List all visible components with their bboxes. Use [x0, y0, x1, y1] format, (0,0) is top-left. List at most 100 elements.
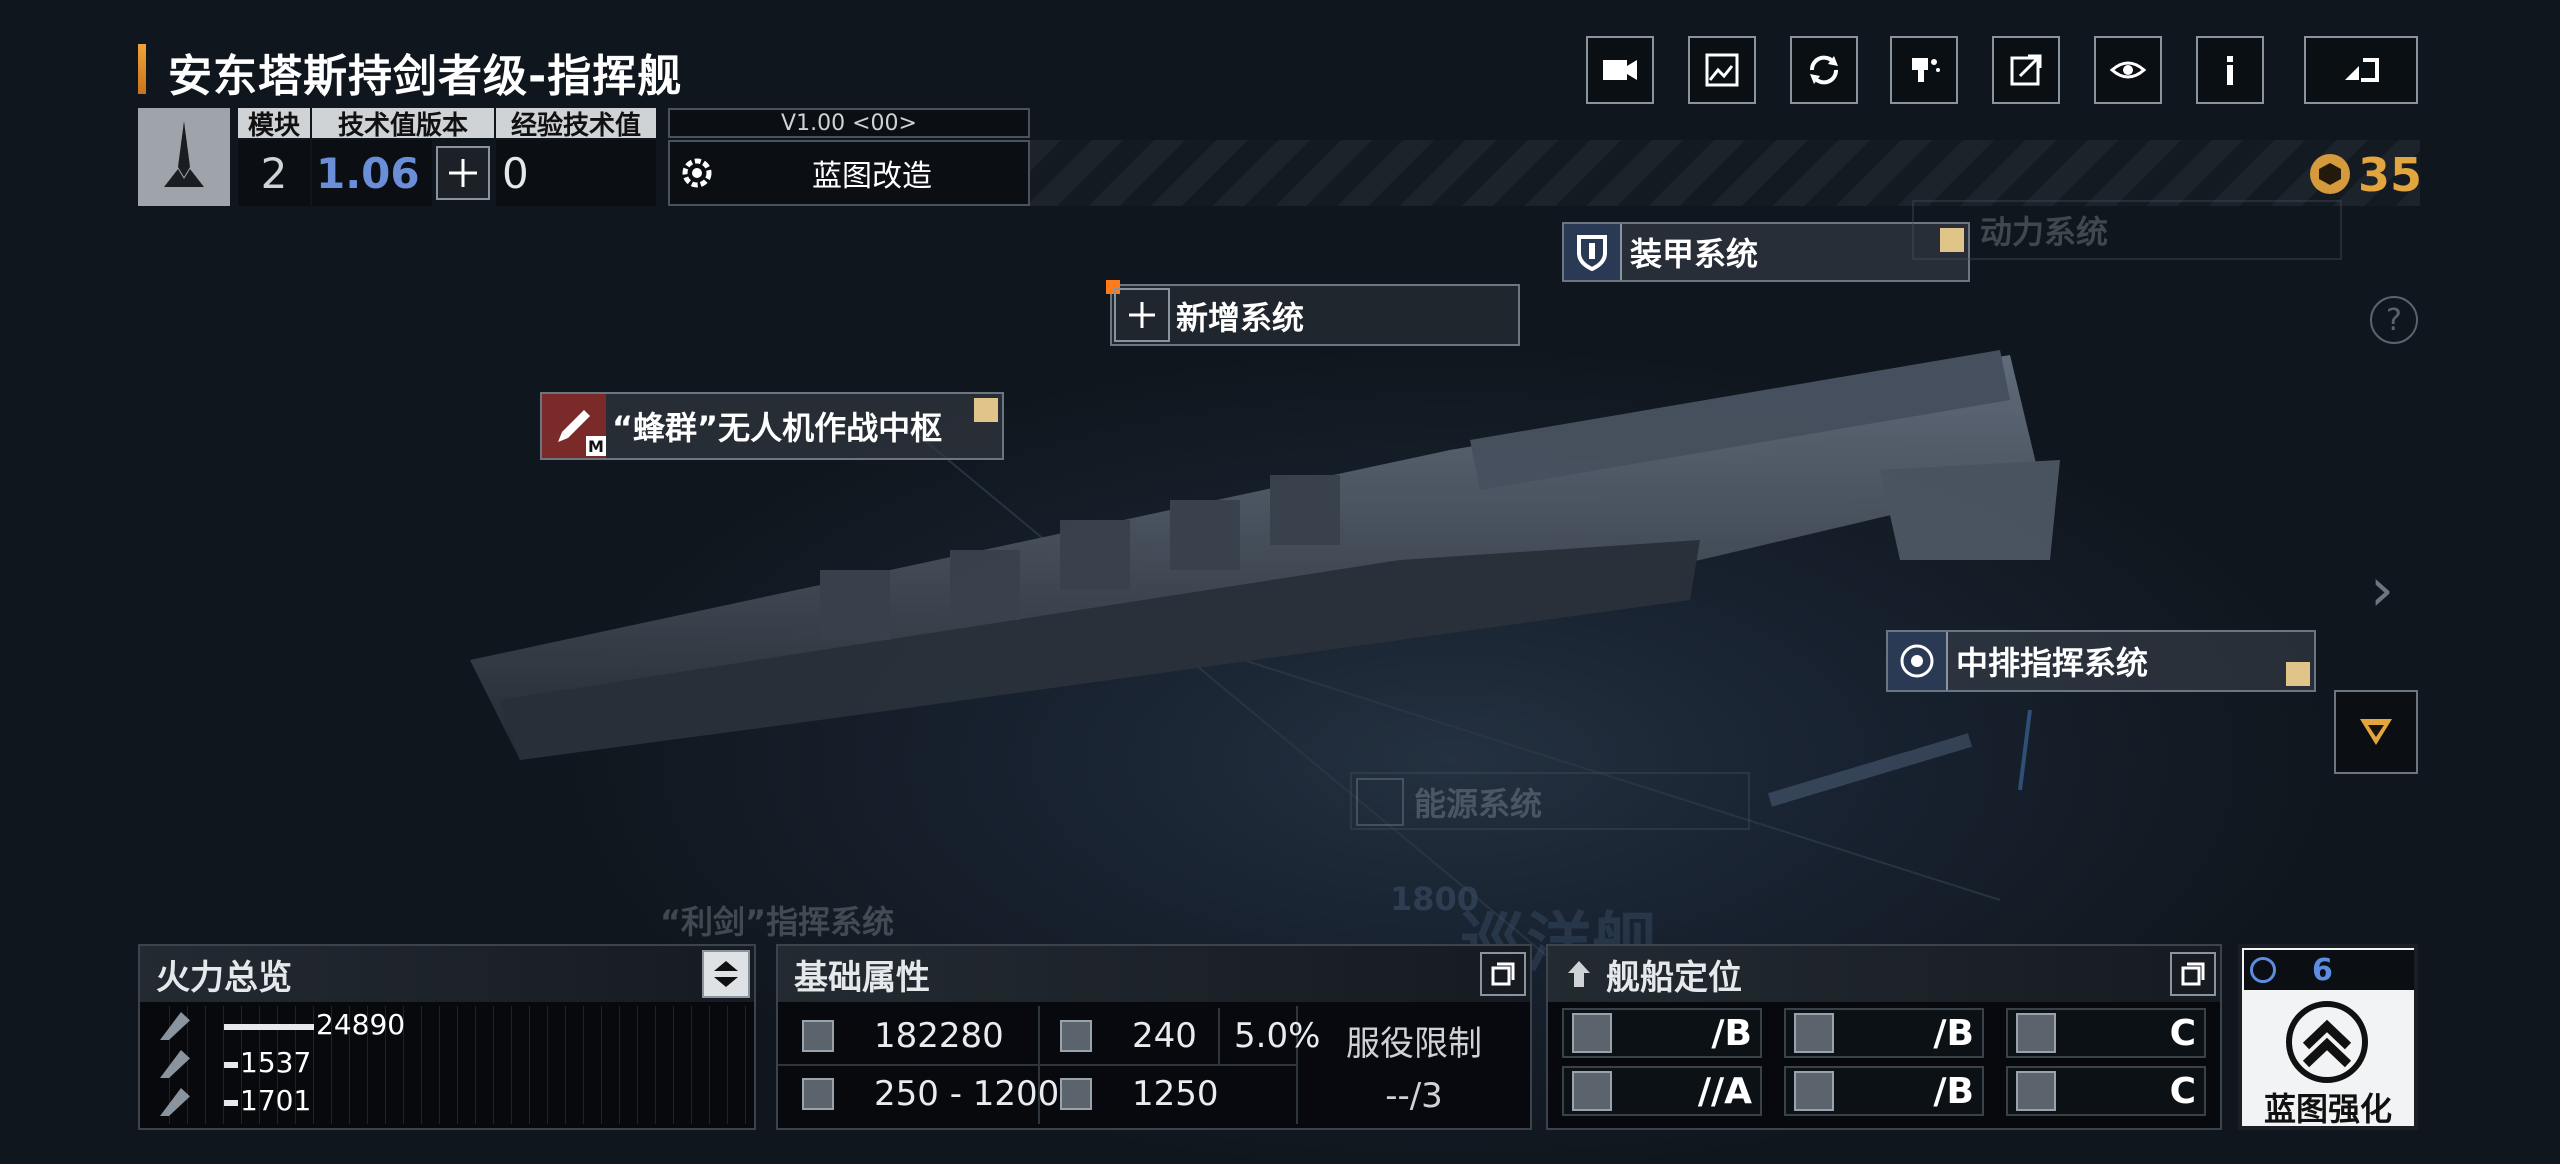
grade-value: /B: [1711, 1012, 1752, 1054]
expand-button[interactable]: [2334, 690, 2418, 774]
blueprint-count-bar: 6: [2244, 950, 2414, 990]
role-siege-icon: [2016, 1013, 2056, 1053]
copy-button[interactable]: [1480, 952, 1526, 996]
back-icon: [2345, 58, 2379, 82]
weapon-icon: [160, 1088, 190, 1116]
energy-system-label: 能源系统: [1414, 785, 1543, 823]
firepower-toggle-button[interactable]: [702, 950, 750, 998]
add-system-label: 新增系统: [1176, 299, 1305, 337]
copy-button[interactable]: [2170, 952, 2216, 996]
tech-version-header: 技术值版本: [312, 108, 494, 141]
info-button[interactable]: [2196, 36, 2264, 104]
blueprint-count-value: 6: [2312, 952, 2333, 988]
blueprint-strengthen-button[interactable]: 6 蓝图强化: [2238, 944, 2418, 1130]
role-attack-icon: [1572, 1013, 1612, 1053]
grade-cell[interactable]: //A: [1562, 1066, 1762, 1116]
armor-system-button[interactable]: 装甲系统: [1562, 222, 1970, 282]
camera-button[interactable]: [1586, 36, 1654, 104]
firepower-title-text: 火力总览: [156, 957, 292, 998]
role-antiair-icon: [1572, 1071, 1612, 1111]
grade-value: //A: [1697, 1070, 1752, 1112]
command-system-label: 中排指挥系统: [1956, 644, 2149, 682]
base-stats-title: 基础属性: [778, 946, 1530, 1002]
ship-marker-icon: [1568, 961, 1590, 987]
blueprint-strengthen-label: 蓝图强化: [2263, 1090, 2392, 1128]
swarm-system-button[interactable]: M “蜂群”无人机作战中枢: [540, 392, 1004, 460]
firepower-title: 火力总览: [140, 946, 754, 1002]
blueprint-mod-button[interactable]: 蓝图改造: [668, 140, 1030, 206]
blueprint-version: V1.00 <00>: [668, 108, 1030, 138]
blueprint-mod-label: 蓝图改造: [812, 159, 932, 194]
tech-upgrade-button[interactable]: [436, 146, 490, 200]
grade-cell[interactable]: C: [2006, 1066, 2206, 1116]
weapon-icon: [160, 1050, 190, 1078]
firepower-row: 24890: [140, 1008, 740, 1044]
positioning-title-text: 舰船定位: [1606, 957, 1742, 998]
firepower-value: 24890: [316, 1008, 406, 1041]
sword-system-button[interactable]: “利剑”指挥系统: [594, 896, 1064, 946]
module-value: 2: [238, 140, 310, 206]
hp-value: 182280: [874, 1016, 1004, 1056]
range-value: 250 - 1200: [874, 1074, 1060, 1114]
next-arrow-icon[interactable]: ›: [2370, 555, 2394, 625]
gear-icon: [682, 158, 712, 188]
shield-icon: [1564, 224, 1622, 280]
command-system-button[interactable]: 中排指挥系统: [1886, 630, 2316, 692]
title-accent: [138, 44, 146, 94]
refresh-icon: [1809, 55, 1839, 85]
share-button[interactable]: [1992, 36, 2060, 104]
tech-version-value: 1.06: [312, 140, 432, 206]
firepower-bar: [224, 1062, 238, 1068]
firepower-row: 1537: [140, 1046, 740, 1082]
firepower-value: 1701: [240, 1084, 312, 1117]
help-button[interactable]: ?: [2370, 296, 2418, 344]
grade-cell[interactable]: /B: [1784, 1066, 1984, 1116]
info-icon: [2227, 56, 2233, 85]
upgrade-badge-icon: [974, 398, 998, 422]
grade-cell[interactable]: /B: [1562, 1008, 1762, 1058]
swarm-system-label: “蜂群”无人机作战中枢: [612, 409, 943, 447]
firepower-row: 1701: [140, 1084, 740, 1120]
energy-system-button[interactable]: 能源系统: [1350, 772, 1750, 830]
exp-tech-header: 经验技术值: [496, 108, 656, 141]
firepower-value: 1537: [240, 1046, 312, 1079]
grade-cell[interactable]: /B: [1784, 1008, 1984, 1058]
camera-icon: [1603, 60, 1637, 80]
speed-icon: [1060, 1078, 1092, 1110]
base-stats-panel: 基础属性 182280 240 5.0% 250 - 1200 1250 服役限…: [776, 944, 1532, 1130]
hp-stat: 182280: [802, 1008, 1004, 1064]
service-limit-label: 服役限制: [1346, 1024, 1482, 1064]
blueprint-token-icon: [2250, 957, 2276, 983]
range-icon: [802, 1078, 834, 1110]
list-icon: [1356, 778, 1404, 826]
positioning-title: 舰船定位: [1548, 946, 2220, 1002]
grade-value: C: [2169, 1070, 2196, 1112]
refresh-button[interactable]: [1790, 36, 1858, 104]
ship-class-icon: [164, 121, 204, 187]
power-system-label: 动力系统: [1980, 213, 2109, 251]
positioning-panel: 舰船定位 /B /B C //A /B C: [1546, 944, 2222, 1130]
paint-icon: [1912, 58, 1940, 82]
triangle-down-icon: [2360, 719, 2392, 745]
firepower-bar: [224, 1024, 314, 1030]
grade-cell[interactable]: C: [2006, 1008, 2206, 1058]
add-system-button[interactable]: 新增系统: [1106, 280, 1520, 346]
armor-value: 240: [1132, 1016, 1197, 1056]
paint-button[interactable]: [1890, 36, 1958, 104]
role-assault-icon: [1794, 1013, 1834, 1053]
view-icon: [2109, 61, 2147, 79]
armor-stat: 240: [1060, 1008, 1197, 1064]
role-support-icon: [2016, 1071, 2056, 1111]
back-button[interactable]: [2304, 36, 2418, 104]
shield-icon: [802, 1020, 834, 1052]
gallery-button[interactable]: [1688, 36, 1756, 104]
firepower-bar: [224, 1100, 238, 1106]
currency-value: 35: [2358, 148, 2423, 202]
firepower-panel: 火力总览 24890 1537 1701: [138, 944, 756, 1130]
chevron-icon: [714, 961, 738, 987]
speed-stat: 1250: [1060, 1066, 1219, 1122]
upgrade-badge-icon: [2286, 662, 2310, 686]
grade-value: C: [2169, 1012, 2196, 1054]
view-button[interactable]: [2094, 36, 2162, 104]
power-system-button[interactable]: 动力系统: [1912, 200, 2342, 260]
